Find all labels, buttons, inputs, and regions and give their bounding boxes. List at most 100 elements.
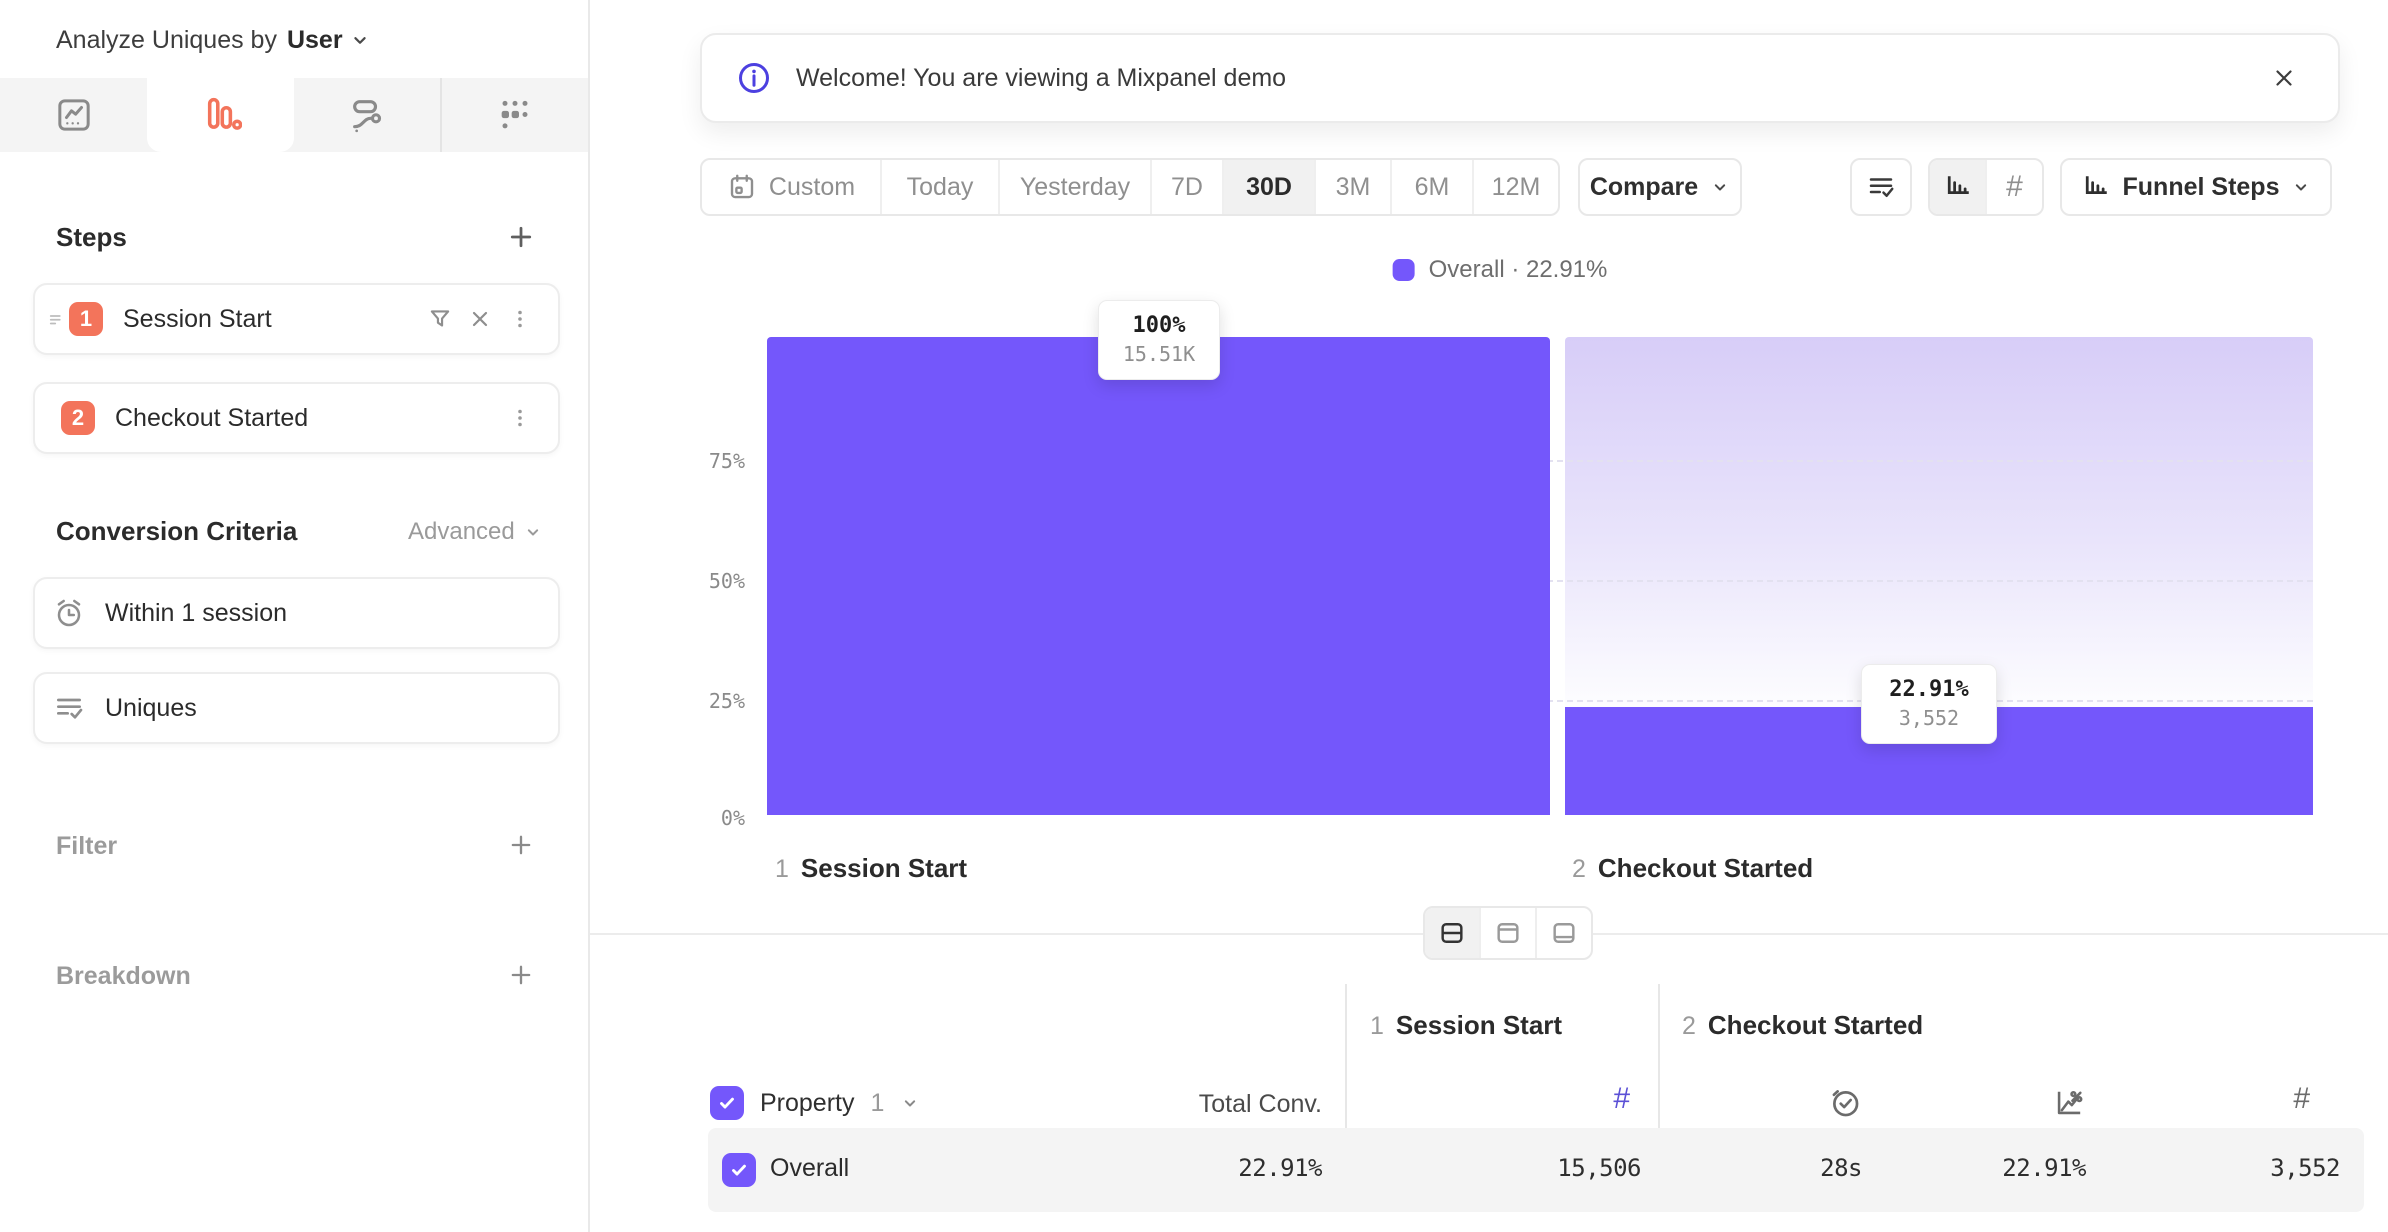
chevron-down-icon[interactable] <box>900 1093 920 1113</box>
layout-table-focus-option[interactable] <box>1535 908 1591 958</box>
step-event-label[interactable]: Session Start <box>123 305 420 334</box>
report-type-tabbar <box>0 78 588 152</box>
date-range-selector: Custom Today Yesterday 7D 30D 3M 6M 12M <box>700 158 1560 216</box>
info-icon <box>736 60 772 96</box>
panel-layout-toggle <box>1423 906 1593 960</box>
step-row-2[interactable]: 2 Checkout Started <box>33 382 560 454</box>
funnel-view-selector[interactable]: Funnel Steps <box>2060 158 2332 216</box>
close-icon[interactable] <box>2264 58 2304 98</box>
table-row-overall[interactable]: Overall 22.91% 15,506 28s 22.91% 3,552 <box>708 1128 2364 1212</box>
step-event-label[interactable]: Checkout Started <box>115 404 500 433</box>
step-name: Session Start <box>801 853 967 884</box>
tab-insights[interactable] <box>0 78 147 152</box>
date-range-today[interactable]: Today <box>882 160 1000 214</box>
banner-message: Welcome! You are viewing a Mixpanel demo <box>796 64 2240 93</box>
bar-chart-toggle[interactable] <box>1930 160 1985 214</box>
date-range-label: 12M <box>1492 173 1541 202</box>
funnel-dropoff-region-step-2 <box>1565 337 2313 707</box>
add-breakdown-button[interactable] <box>502 956 540 994</box>
layout-split-option[interactable] <box>1425 908 1479 958</box>
count-metric-icon[interactable]: # <box>2293 1082 2310 1116</box>
step-number: 1 <box>1370 1012 1384 1041</box>
table-step-header-2: 2 Checkout Started <box>1682 1010 1923 1041</box>
conversion-window-card[interactable]: Within 1 session <box>33 577 560 649</box>
remove-step-icon[interactable] <box>460 299 500 339</box>
counting-method-card[interactable]: Uniques <box>33 672 560 744</box>
tab-flows[interactable] <box>294 78 441 152</box>
funnel-bar-step-1[interactable] <box>767 337 1550 815</box>
funnel-bars-icon <box>2081 172 2111 202</box>
date-range-12m[interactable]: 12M <box>1474 160 1558 214</box>
tooltip-count: 3,552 <box>1862 705 1996 731</box>
avg-time-metric-icon[interactable] <box>1828 1086 1862 1120</box>
step-menu-kebab-icon[interactable] <box>500 299 540 339</box>
layout-chart-focus-option[interactable] <box>1479 908 1535 958</box>
number-toggle[interactable]: # <box>1985 160 2042 214</box>
conversion-criteria-title: Conversion Criteria <box>56 516 297 547</box>
date-range-label: 30D <box>1246 173 1292 202</box>
x-axis-step-label-1: 1 Session Start <box>775 853 967 884</box>
welcome-banner: Welcome! You are viewing a Mixpanel demo <box>700 33 2340 123</box>
date-range-yesterday[interactable]: Yesterday <box>1000 160 1152 214</box>
conversion-rate-metric-icon[interactable] <box>2052 1086 2086 1120</box>
compare-button[interactable]: Compare <box>1578 158 1742 216</box>
step-menu-kebab-icon[interactable] <box>500 398 540 438</box>
date-range-30d[interactable]: 30D <box>1224 160 1316 214</box>
add-step-button[interactable] <box>502 218 540 256</box>
steps-section-title: Steps <box>56 222 127 253</box>
chevron-down-icon <box>2291 177 2311 197</box>
drag-handle-icon[interactable] <box>43 299 69 339</box>
property-header: Property 1 <box>710 1086 920 1120</box>
select-all-checkbox[interactable] <box>710 1086 744 1120</box>
step-row-1[interactable]: 1 Session Start <box>33 283 560 355</box>
bar-value-tooltip-step-1: 100% 15.51K <box>1098 300 1220 380</box>
row-checkbox[interactable] <box>722 1153 756 1187</box>
analyze-entity-value: User <box>287 26 343 55</box>
date-range-label: 6M <box>1415 173 1450 202</box>
y-axis-tick: 50% <box>640 569 745 593</box>
step-name: Checkout Started <box>1598 853 1813 884</box>
date-range-3m[interactable]: 3M <box>1316 160 1392 214</box>
value-display-toggle: # <box>1928 158 2044 216</box>
breakdown-section-title: Breakdown <box>56 962 191 991</box>
analyze-entity-selector[interactable]: User <box>287 26 371 55</box>
mixpanel-funnel-report: Analyze Uniques by User <box>0 0 2388 1232</box>
counting-method-label: Uniques <box>105 694 197 723</box>
chart-legend[interactable]: Overall · 22.91% <box>1393 256 1608 284</box>
total-conv-header: Total Conv. <box>1199 1090 1322 1119</box>
layout-bottom-bar-icon <box>1550 919 1578 947</box>
list-check-icon <box>1866 172 1896 202</box>
date-range-custom[interactable]: Custom <box>702 160 882 214</box>
add-filter-button[interactable] <box>502 826 540 864</box>
y-axis-tick: 25% <box>640 689 745 713</box>
query-builder-sidebar: Analyze Uniques by User <box>0 0 590 1232</box>
tooltip-percent: 22.91% <box>1862 675 1996 705</box>
retention-icon <box>495 95 535 135</box>
count-metric-icon[interactable]: # <box>1613 1082 1630 1116</box>
list-check-icon <box>53 692 85 724</box>
x-axis-step-label-2: 2 Checkout Started <box>1572 853 1813 884</box>
y-axis-tick: 75% <box>640 449 745 473</box>
date-range-label: Custom <box>769 173 855 202</box>
tooltip-count: 15.51K <box>1099 341 1219 367</box>
filter-icon[interactable] <box>420 299 460 339</box>
step-number: 1 <box>775 855 789 884</box>
advanced-dropdown[interactable]: Advanced <box>408 518 543 546</box>
property-label[interactable]: Property <box>760 1089 854 1118</box>
chevron-down-icon <box>349 29 371 51</box>
tab-retention[interactable] <box>441 78 588 152</box>
conversion-window-label: Within 1 session <box>105 599 287 628</box>
date-range-label: 3M <box>1336 173 1371 202</box>
cell-step2-time: 28s <box>1820 1154 1862 1182</box>
chevron-down-icon <box>1710 177 1730 197</box>
tab-funnels[interactable] <box>147 78 294 152</box>
date-range-7d[interactable]: 7D <box>1152 160 1224 214</box>
cell-step1-count: 15,506 <box>1557 1154 1641 1182</box>
y-axis-tick: 0% <box>640 806 745 830</box>
step-name: Session Start <box>1396 1010 1562 1041</box>
hash-icon: # <box>2006 170 2023 204</box>
analyze-header: Analyze Uniques by User <box>56 18 371 62</box>
date-range-label: 7D <box>1171 173 1203 202</box>
date-range-6m[interactable]: 6M <box>1392 160 1474 214</box>
metrics-list-button[interactable] <box>1850 158 1912 216</box>
